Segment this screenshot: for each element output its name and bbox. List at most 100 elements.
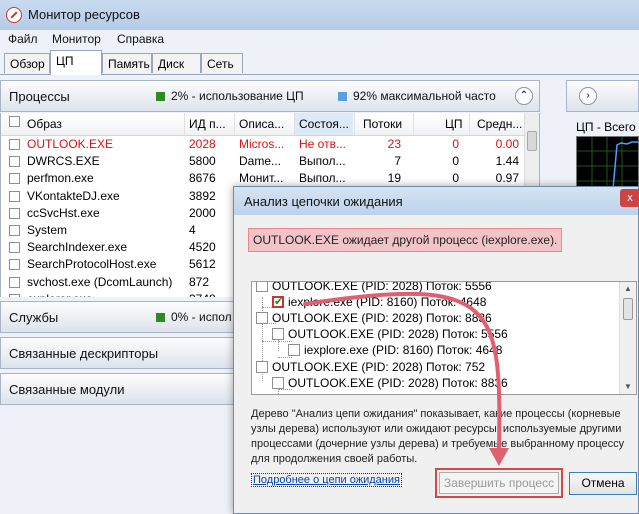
tree-node-checkbox[interactable] (272, 377, 284, 389)
column-description[interactable]: Описа... (239, 117, 293, 131)
cell-image: explorer.exe (27, 292, 182, 297)
cell-pid: 8676 (189, 171, 216, 186)
tree-node-label: OUTLOOK.EXE (PID: 2028) Поток: 8836 (272, 311, 492, 325)
graphs-header: › (566, 80, 639, 112)
select-all-checkbox[interactable] (9, 116, 20, 127)
end-process-button[interactable]: Завершить процесс (439, 472, 559, 494)
cpu-usage-legend-swatch (156, 92, 165, 101)
row-checkbox[interactable] (9, 276, 20, 288)
scroll-up-icon[interactable]: ▲ (620, 282, 636, 296)
cell-desc: Монит... (239, 171, 284, 186)
tree-node-checkbox[interactable] (256, 361, 268, 373)
cell-avg: 0.00 (495, 137, 519, 151)
menu-file[interactable]: Файл (8, 32, 38, 46)
tree-node-label: iexplore.exe (PID: 8160) Поток: 4648 (304, 343, 503, 357)
cpu-usage-legend: 2% - использование ЦП (171, 89, 304, 103)
cell-pid: 2000 (189, 205, 216, 220)
cell-state: Выпол... (299, 171, 346, 186)
wait-chain-description: Дерево "Анализ цепи ожидания" показывает… (251, 408, 625, 465)
window-title: Монитор ресурсов (28, 7, 140, 22)
cell-image: VKontakteDJ.exe (27, 188, 120, 203)
learn-more-link[interactable]: Подробнее о цепи ожидания (251, 473, 402, 487)
cell-pid: 872 (189, 274, 210, 289)
cell-threads: 19 (387, 171, 401, 186)
tree-node-checkbox-checked[interactable] (272, 295, 284, 308)
tree-node-checkbox[interactable] (256, 282, 268, 292)
row-checkbox[interactable] (9, 139, 20, 150)
cell-image: ccSvcHst.exe (27, 205, 100, 220)
tree-node-checkbox[interactable] (288, 344, 300, 356)
row-checkbox[interactable] (9, 242, 20, 254)
processes-title: Процессы (9, 89, 70, 104)
table-header: Образ ИД п... Описа... Состоя... Потоки … (1, 113, 526, 136)
cell-threads: 23 (387, 137, 401, 151)
tree-scrollbar[interactable]: ▲ ▼ (619, 282, 636, 394)
cell-image: System (27, 223, 68, 237)
scroll-down-icon[interactable]: ▼ (620, 380, 636, 394)
cell-image: SearchIndexer.exe (27, 240, 128, 255)
resource-monitor-icon (6, 7, 22, 23)
table-row[interactable]: DWRCS.EXE 5800 Dame... Выпол... 7 0 1.44 (1, 153, 526, 170)
dialog-title: Анализ цепочки ожидания (244, 194, 403, 209)
max-frequency-legend-swatch (338, 92, 347, 101)
row-checkbox[interactable] (9, 156, 20, 168)
column-average-cpu[interactable]: Средн... (477, 117, 523, 131)
tree-node-label: iexplore.exe (PID: 8160) Поток: 4648 (288, 295, 487, 309)
wait-chain-tree: OUTLOOK.EXE (PID: 2028) Поток: 5556 iexp… (251, 281, 637, 395)
table-row[interactable]: OUTLOOK.EXE 2028 Micros... Не отв... 23 0 0.00 (1, 136, 526, 153)
row-checkbox[interactable] (9, 259, 20, 271)
cell-cpu: 0 (452, 154, 459, 169)
menu-monitor[interactable]: Монитор (52, 32, 101, 46)
row-checkbox[interactable] (9, 190, 20, 202)
services-legend-swatch (156, 313, 165, 322)
cell-desc: Micros... (239, 137, 285, 151)
associated-modules-title: Связанные модули (9, 382, 125, 397)
wait-chain-dialog: Анализ цепочки ожидания x OUTLOOK.EXE ож… (233, 186, 639, 514)
row-checkbox[interactable] (9, 173, 20, 185)
services-legend: 0% - испол (171, 310, 232, 324)
tree-node-label: OUTLOOK.EXE (PID: 2028) Поток: 5556 (272, 281, 492, 293)
row-checkbox[interactable] (9, 207, 20, 219)
column-cpu[interactable]: ЦП (445, 117, 465, 131)
collapse-icon[interactable]: ⌃ (515, 87, 533, 105)
column-threads[interactable]: Потоки (363, 117, 413, 131)
cell-image: SearchProtocolHost.exe (27, 257, 157, 272)
column-pid[interactable]: ИД п... (189, 117, 233, 131)
scrollbar-thumb[interactable] (527, 131, 537, 151)
row-checkbox[interactable] (9, 225, 20, 236)
tab-cpu[interactable]: ЦП (50, 50, 102, 75)
cell-image: perfmon.exe (27, 171, 94, 186)
tab-memory[interactable]: Память (102, 53, 152, 73)
tab-disk[interactable]: Диск (152, 53, 201, 73)
cpu-total-graph-title: ЦП - Всего (576, 120, 636, 134)
cell-cpu: 0 (452, 171, 459, 186)
cell-pid: 4 (189, 223, 196, 237)
processes-header[interactable]: Процессы 2% - использование ЦП 92% макси… (0, 80, 540, 112)
tree-node-label: OUTLOOK.EXE (PID: 2028) Поток: 5556 (288, 327, 508, 341)
cell-state: Не отв... (299, 137, 346, 151)
expand-icon[interactable]: › (579, 87, 597, 105)
end-process-highlight: Завершить процесс (435, 468, 563, 498)
tree-node-checkbox[interactable] (256, 312, 268, 324)
menu-help[interactable]: Справка (117, 32, 164, 46)
row-checkbox[interactable] (9, 293, 20, 297)
tab-bar: Обзор ЦП Память Диск Сеть (0, 50, 639, 75)
cell-image: OUTLOOK.EXE (27, 137, 114, 151)
tab-network[interactable]: Сеть (201, 53, 243, 73)
cell-pid: 5612 (189, 257, 216, 272)
waiting-message: OUTLOOK.EXE ожидает другой процесс (iexp… (248, 228, 563, 252)
tree-node-label: OUTLOOK.EXE (PID: 2028) Поток: 8836 (288, 376, 508, 390)
close-icon[interactable]: x (620, 189, 639, 207)
tab-overview[interactable]: Обзор (4, 53, 50, 73)
menu-bar: Файл Монитор Справка (0, 30, 639, 50)
cell-avg: 0.97 (495, 171, 519, 186)
cancel-button[interactable]: Отмена (569, 472, 637, 495)
cell-pid: 5800 (189, 154, 216, 169)
column-status[interactable]: Состоя... (295, 113, 353, 135)
table-row[interactable]: perfmon.exe 8676 Монит... Выпол... 19 0 0.97 (1, 170, 526, 187)
cell-pid: 2028 (189, 137, 216, 151)
column-image[interactable]: Образ (27, 117, 177, 131)
associated-handles-title: Связанные дескрипторы (9, 346, 159, 361)
tree-scrollbar-thumb[interactable] (623, 298, 633, 320)
tree-node-checkbox[interactable] (272, 328, 284, 340)
